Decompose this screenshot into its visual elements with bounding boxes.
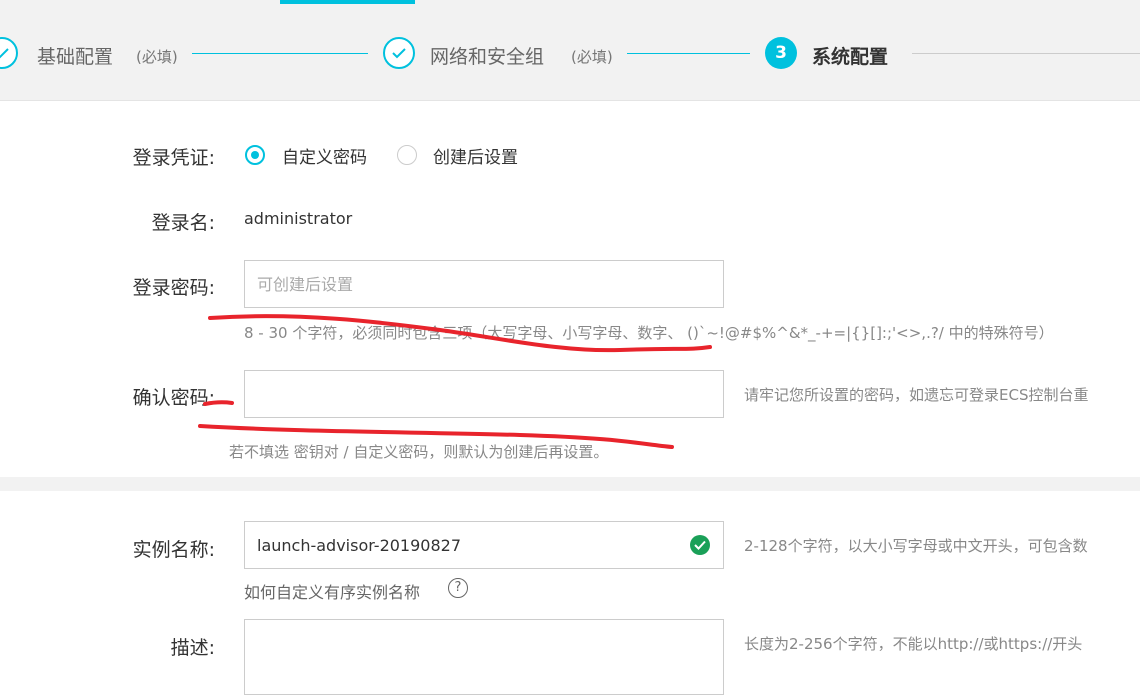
step-1-required: (必填) <box>136 48 178 66</box>
step-3-label[interactable]: 系统配置 <box>812 42 888 69</box>
step-3-number: 3 <box>765 37 797 69</box>
step-1-label[interactable]: 基础配置 <box>37 42 113 69</box>
step-3-connector <box>912 53 1140 54</box>
password-hint: 8 - 30 个字符，必须同时包含三项（大写字母、小写字母、数字、 ()`~!@… <box>244 324 1054 342</box>
description-hint: 长度为2-256个字符，不能以http://或https://开头 <box>744 635 1083 653</box>
confirm-password-label: 确认密码: <box>132 387 215 409</box>
set-after-create-label[interactable]: 创建后设置 <box>433 143 518 168</box>
instance-name-hint: 2-128个字符，以大小写字母或中文开头，可包含数 <box>744 537 1088 555</box>
step-progress-bar: 基础配置 (必填) 网络和安全组 (必填) 3 系统配置 <box>0 5 1140 101</box>
password-label: 登录密码: <box>132 277 215 299</box>
step-2-label[interactable]: 网络和安全组 <box>430 42 544 69</box>
set-after-create-radio[interactable] <box>397 145 417 165</box>
password-input[interactable] <box>244 260 724 308</box>
description-label: 描述: <box>170 637 215 659</box>
credential-label: 登录凭证: <box>132 147 215 169</box>
instance-name-input[interactable] <box>244 521 724 569</box>
custom-password-radio[interactable] <box>245 145 265 165</box>
step-1-connector <box>192 53 368 54</box>
confirm-password-input[interactable] <box>244 370 724 418</box>
step-2-connector <box>627 53 750 54</box>
confirm-password-hint: 请牢记您所设置的密码，如遗忘可登录ECS控制台重 <box>744 386 1089 404</box>
credential-note: 若不填选 密钥对 / 自定义密码，则默认为创建后再设置。 <box>229 443 609 461</box>
step-1-check-icon <box>0 37 18 69</box>
username-value: administrator <box>244 209 353 228</box>
instance-name-help-link[interactable]: 如何自定义有序实例名称 <box>244 579 420 603</box>
description-textarea[interactable] <box>244 619 724 695</box>
instance-name-label: 实例名称: <box>132 539 215 561</box>
custom-password-label[interactable]: 自定义密码 <box>282 143 367 168</box>
step-2-check-icon <box>383 37 415 69</box>
active-tab-indicator <box>280 0 415 4</box>
step-2-required: (必填) <box>571 48 613 66</box>
question-icon[interactable]: ? <box>448 578 468 598</box>
valid-check-icon <box>690 535 710 555</box>
username-label: 登录名: <box>151 212 215 234</box>
